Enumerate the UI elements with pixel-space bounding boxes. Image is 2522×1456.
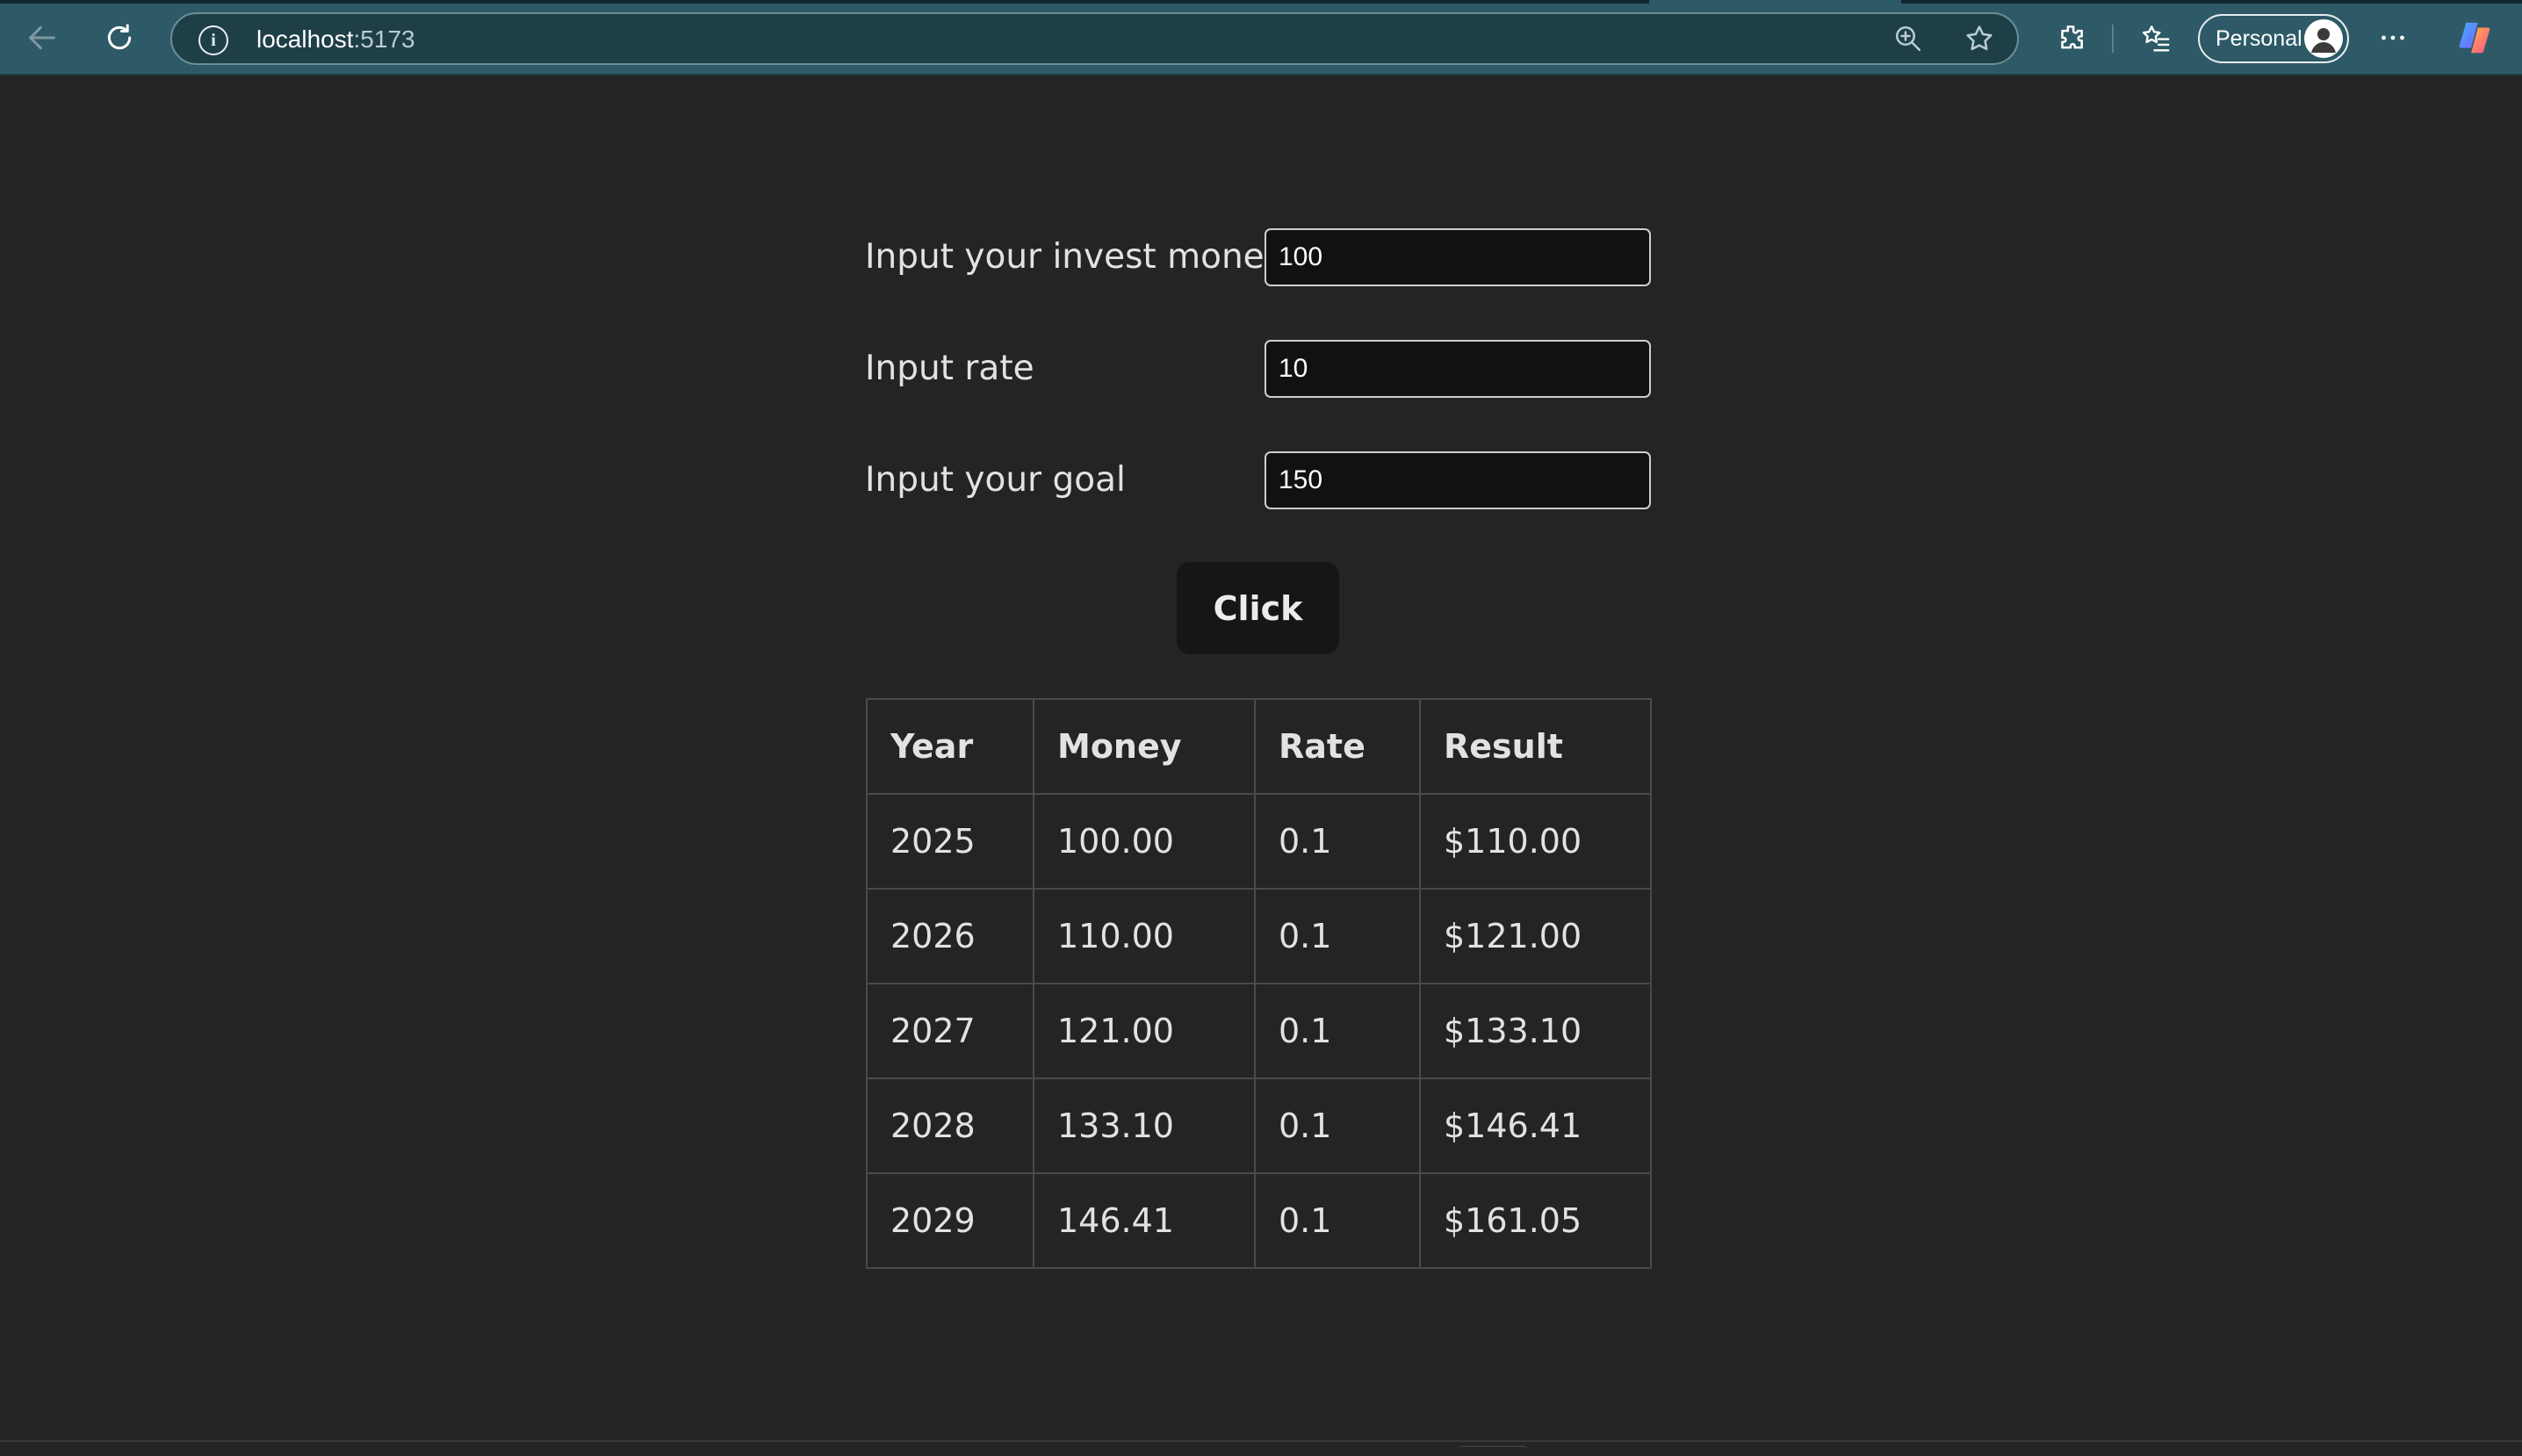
profile-label: Personal	[2216, 26, 2302, 51]
toolbar-divider	[2112, 25, 2114, 53]
cell-rate: 0.1	[1254, 1172, 1421, 1269]
cell-year: 2026	[866, 888, 1034, 984]
rate-label: Input rate	[865, 349, 1034, 388]
loading-indicator-secondary	[1901, 0, 2522, 4]
url-host: localhost	[256, 25, 354, 53]
invest-label: Input your invest money	[865, 237, 1285, 277]
copilot-icon	[2459, 22, 2490, 54]
cell-result: $133.10	[1419, 983, 1652, 1079]
cell-result: $161.05	[1419, 1172, 1652, 1269]
cell-money: 133.10	[1033, 1078, 1256, 1174]
cell-rate: 0.1	[1254, 888, 1421, 984]
avatar	[2304, 19, 2343, 58]
zoom-icon	[1895, 25, 1921, 52]
table-row: 2028 133.10 0.1 $146.41	[866, 1078, 1652, 1174]
more-icon	[2381, 35, 2404, 40]
cell-year: 2025	[866, 793, 1034, 890]
cell-year: 2027	[866, 983, 1034, 1079]
profile-button[interactable]: Personal	[2198, 14, 2349, 63]
copilot-button[interactable]	[2448, 11, 2501, 64]
more-button[interactable]	[2367, 11, 2419, 64]
info-icon[interactable]: i	[198, 25, 228, 55]
cell-rate: 0.1	[1254, 1078, 1421, 1174]
header-result: Result	[1419, 698, 1652, 795]
table-row: 2029 146.41 0.1 $161.05	[866, 1172, 1652, 1269]
invest-money-input[interactable]	[1265, 228, 1651, 286]
favorites-button[interactable]	[2129, 11, 2182, 64]
rate-input[interactable]	[1265, 340, 1651, 398]
back-button[interactable]	[16, 11, 68, 64]
goal-input[interactable]	[1265, 451, 1651, 509]
url-port: :5173	[353, 25, 415, 53]
goal-label: Input your goal	[865, 460, 1126, 500]
extensions-icon	[2061, 25, 2083, 49]
cell-money: 121.00	[1033, 983, 1256, 1079]
favorite-button[interactable]	[1953, 12, 2006, 65]
rate-row: Input rate	[865, 340, 1651, 398]
cell-year: 2028	[866, 1078, 1034, 1174]
cell-money: 146.41	[1033, 1172, 1256, 1269]
click-button[interactable]: Click	[1177, 562, 1339, 654]
reload-button[interactable]	[93, 11, 146, 64]
extensions-button[interactable]	[2044, 11, 2097, 64]
window-bottom-handle	[1458, 1445, 1528, 1456]
favorites-icon	[2142, 25, 2170, 52]
url-text[interactable]: localhost:5173	[256, 26, 415, 53]
cell-money: 100.00	[1033, 793, 1256, 890]
header-rate: Rate	[1254, 698, 1421, 795]
reload-icon	[107, 24, 132, 50]
invest-row: Input your invest money	[865, 228, 1651, 286]
table-row: 2026 110.00 0.1 $121.00	[866, 888, 1652, 984]
window-bottom-divider	[0, 1440, 2522, 1442]
cell-result: $146.41	[1419, 1078, 1652, 1174]
table-row: 2025 100.00 0.1 $110.00	[866, 793, 1652, 890]
cell-rate: 0.1	[1254, 793, 1421, 890]
browser-toolbar: i localhost:5173 Personal	[0, 0, 2522, 76]
cell-rate: 0.1	[1254, 983, 1421, 1079]
back-arrow-icon	[29, 25, 55, 50]
table-row: 2027 121.00 0.1 $133.10	[866, 983, 1652, 1079]
address-bar[interactable]: i localhost:5173	[170, 12, 2019, 65]
zoom-button[interactable]	[1882, 12, 1935, 65]
header-year: Year	[866, 698, 1034, 795]
cell-year: 2029	[866, 1172, 1034, 1269]
table-header-row: Year Money Rate Result	[866, 698, 1652, 795]
results-table: Year Money Rate Result 2025 100.00 0.1 $…	[866, 698, 1652, 1269]
cell-money: 110.00	[1033, 888, 1256, 984]
header-money: Money	[1033, 698, 1256, 795]
favorite-star-icon	[1966, 25, 1992, 51]
cell-result: $110.00	[1419, 793, 1652, 890]
cell-result: $121.00	[1419, 888, 1652, 984]
goal-row: Input your goal	[865, 451, 1651, 509]
loading-indicator	[0, 0, 1649, 4]
